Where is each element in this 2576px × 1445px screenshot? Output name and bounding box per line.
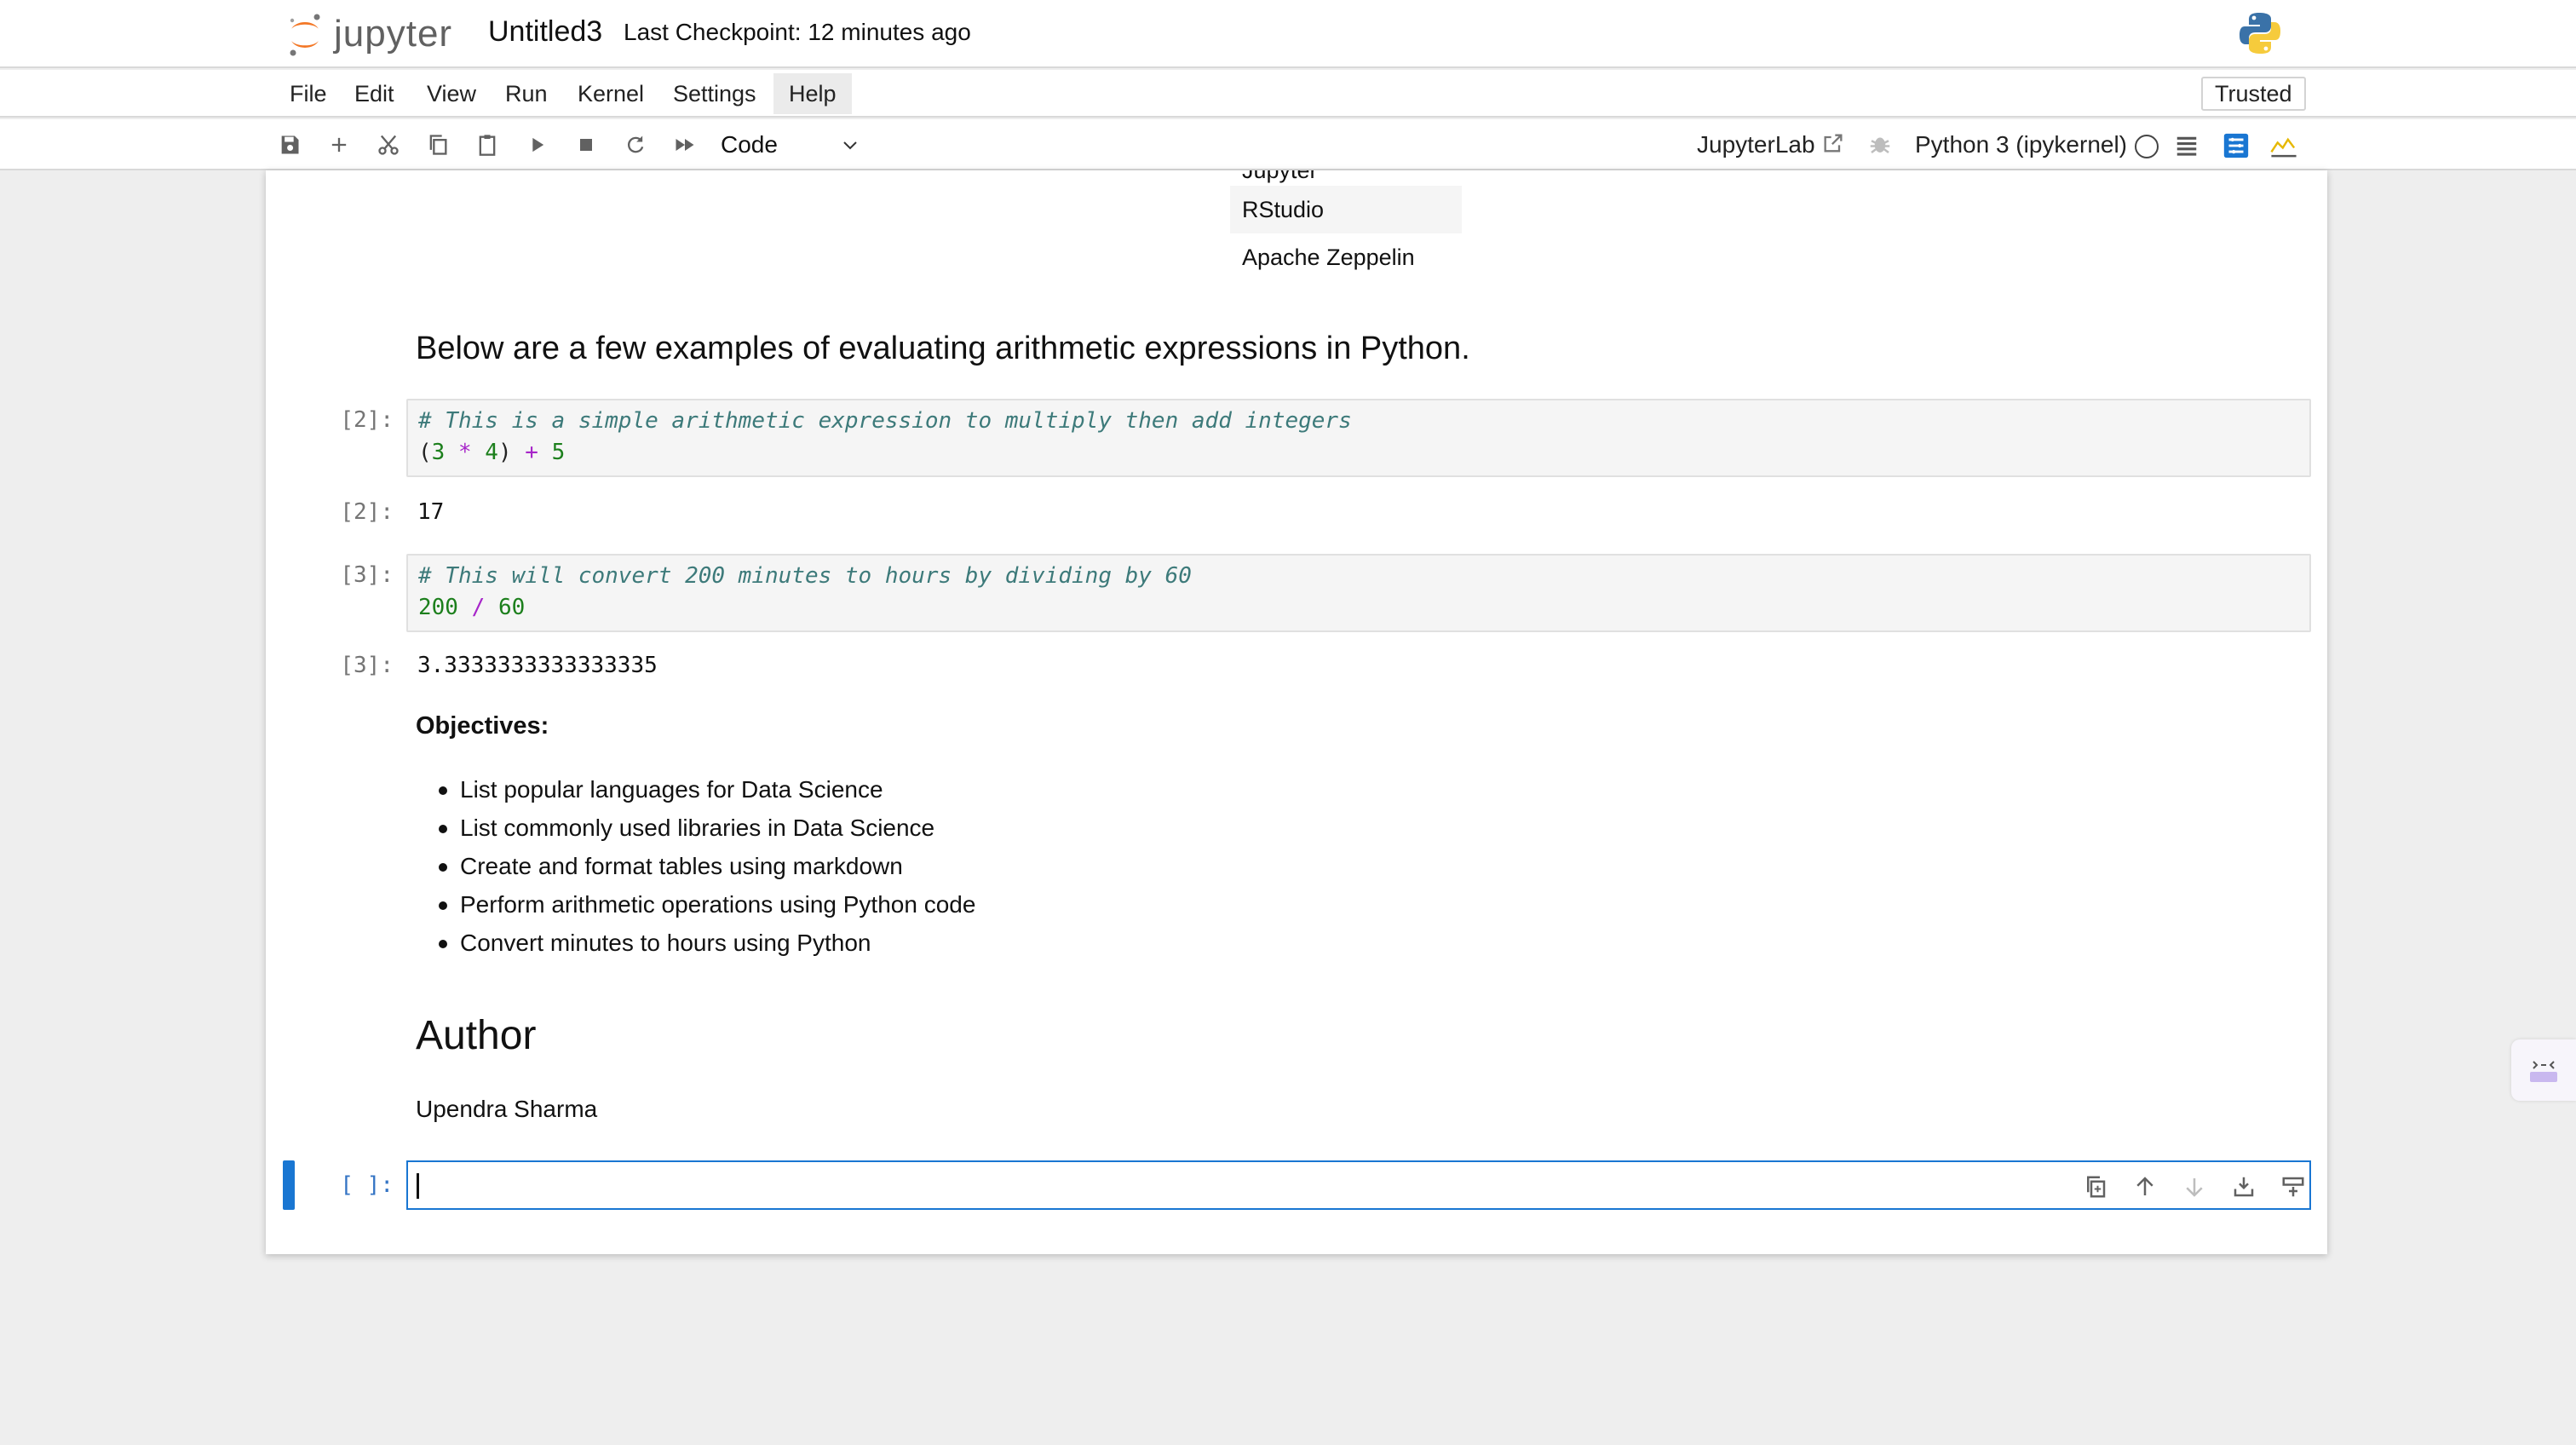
code-comment: # This is a simple arithmetic expression…	[418, 408, 1352, 434]
objectives-title: Objectives:	[416, 712, 549, 740]
code-line: (3 * 4) + 5	[418, 437, 2299, 469]
paste-icon[interactable]	[472, 130, 503, 160]
debugger-icon[interactable]	[2269, 133, 2298, 158]
insert-below-icon[interactable]	[2229, 1172, 2258, 1201]
menu-settings[interactable]: Settings	[658, 73, 772, 114]
external-link-icon[interactable]	[1821, 131, 1845, 155]
tools-table: Jupyter RStudio Apache Zeppelin	[1230, 170, 1462, 281]
table-row: RStudio	[1230, 186, 1462, 233]
list-item: List commonly used libraries in Data Sci…	[438, 809, 975, 847]
move-down-icon[interactable]	[2180, 1172, 2209, 1201]
input-prompt: [ ]:	[340, 1172, 394, 1198]
notebook-toolbar: Code JupyterLab Python 3 (ipykernel)	[0, 119, 2576, 170]
code-token: 5	[551, 440, 566, 465]
code-cell-input[interactable]: # This is a simple arithmetic expression…	[406, 399, 2311, 477]
jupyter-wordmark: jupyter	[334, 13, 453, 55]
menu-file[interactable]: File	[274, 73, 342, 114]
move-up-icon[interactable]	[2130, 1172, 2159, 1201]
insert-above-icon[interactable]	[2279, 1172, 2308, 1201]
copy-icon[interactable]	[423, 130, 453, 160]
author-heading: Author	[416, 1013, 537, 1058]
menu-kernel[interactable]: Kernel	[562, 73, 659, 114]
save-icon[interactable]	[274, 130, 305, 160]
restart-icon[interactable]	[620, 130, 651, 160]
side-panel-tab[interactable]	[2511, 1039, 2576, 1101]
add-cell-icon[interactable]	[324, 130, 354, 160]
cut-icon[interactable]	[373, 130, 404, 160]
jupyter-logo[interactable]: jupyter	[286, 9, 452, 60]
python-logo-icon	[2237, 10, 2283, 60]
top-header: jupyter Untitled3 Last Checkpoint: 12 mi…	[0, 0, 2576, 68]
code-token: *	[445, 440, 486, 465]
code-comment: # This will convert 200 minutes to hours…	[418, 563, 1192, 589]
kernel-name[interactable]: Python 3 (ipykernel)	[1915, 130, 2127, 160]
bug-icon[interactable]	[1867, 131, 1893, 157]
menu-view[interactable]: View	[411, 73, 492, 114]
table-row: Jupyter	[1242, 170, 1318, 183]
run-all-icon[interactable]	[670, 130, 700, 160]
code-token: 200	[418, 595, 458, 620]
intro-heading: Below are a few examples of evaluating a…	[416, 331, 1470, 366]
open-jupyterlab-link[interactable]: JupyterLab	[1697, 130, 1815, 160]
output-prompt: [2]:	[340, 499, 394, 525]
menu-bar: File Edit View Run Kernel Settings Help …	[0, 70, 2576, 118]
collapse-panel-icon	[2530, 1061, 2557, 1082]
toc-menu-icon[interactable]	[2174, 133, 2199, 158]
code-token: +	[511, 440, 552, 465]
output-prompt: [3]:	[340, 653, 394, 678]
list-item: Create and format tables using markdown	[438, 847, 975, 885]
objectives-list: List popular languages for Data Science …	[438, 770, 975, 962]
kernel-status-icon	[2135, 135, 2159, 158]
text-cursor	[417, 1173, 419, 1199]
checkpoint-status: Last Checkpoint: 12 minutes ago	[624, 19, 971, 45]
menu-edit[interactable]: Edit	[339, 73, 410, 114]
code-cell-input[interactable]: # This will convert 200 minutes to hours…	[406, 554, 2311, 632]
chevron-down-icon	[843, 141, 857, 150]
code-token: /	[457, 595, 498, 620]
code-token: 4	[485, 440, 498, 465]
property-inspector-icon[interactable]	[2222, 131, 2251, 160]
list-item: List popular languages for Data Science	[438, 770, 975, 809]
notebook-title[interactable]: Untitled3	[488, 15, 602, 49]
code-token: (	[418, 440, 432, 465]
menu-help[interactable]: Help	[773, 73, 852, 114]
cell-type-select[interactable]: Code	[721, 128, 865, 162]
notebook-panel: Jupyter RStudio Apache Zeppelin Below ar…	[266, 170, 2327, 1254]
list-item: Convert minutes to hours using Python	[438, 924, 975, 962]
code-token: )	[497, 440, 512, 465]
trusted-indicator[interactable]: Trusted	[2201, 77, 2306, 111]
input-prompt: [2]:	[340, 407, 394, 433]
list-item: Perform arithmetic operations using Pyth…	[438, 885, 975, 924]
code-token: 3	[431, 440, 446, 465]
duplicate-icon[interactable]	[2081, 1172, 2110, 1201]
table-row: Apache Zeppelin	[1242, 245, 1415, 270]
jupyter-logo-icon	[290, 14, 320, 56]
stop-icon[interactable]	[571, 130, 601, 160]
input-prompt: [3]:	[340, 562, 394, 588]
cell-type-value: Code	[721, 131, 778, 158]
code-token: 60	[497, 595, 526, 620]
cell-output: 3.3333333333333335	[417, 653, 658, 678]
code-line: 200 / 60	[418, 592, 2299, 624]
active-code-cell-input[interactable]	[406, 1160, 2311, 1210]
author-name: Upendra Sharma	[416, 1096, 598, 1122]
menu-run[interactable]: Run	[490, 73, 563, 114]
run-icon[interactable]	[521, 130, 552, 160]
cell-output: 17	[417, 499, 445, 525]
